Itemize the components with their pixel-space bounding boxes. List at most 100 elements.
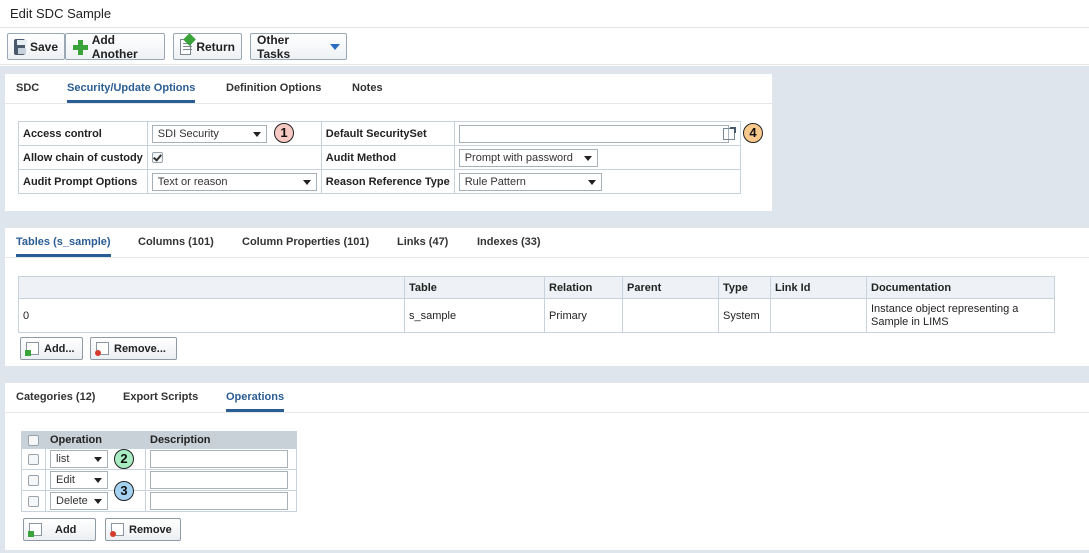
remove-operation-button[interactable]: Remove (105, 518, 181, 541)
tab-links[interactable]: Links (47) (397, 236, 448, 248)
page-title: Edit SDC Sample (10, 6, 112, 21)
add-table-button[interactable]: Add... (20, 337, 83, 360)
access-control-value: SDI Security (157, 127, 219, 140)
column-header-documentation[interactable]: Documentation (866, 276, 1055, 299)
default-securityset-cell (453, 121, 742, 146)
other-tasks-button[interactable]: Other Tasks (250, 32, 347, 61)
open-link-icon[interactable] (723, 127, 736, 140)
table-tabs: Tables (s_sample) Columns (101) Column P… (5, 228, 1089, 258)
tab-security-update-options[interactable]: Security/Update Options (67, 82, 196, 103)
return-button[interactable]: Return (173, 33, 242, 60)
cell-relation: Primary (544, 298, 623, 333)
select-all-cell (21, 431, 46, 449)
save-icon (14, 38, 27, 55)
save-button-label: Save (29, 39, 58, 54)
description-cell (145, 448, 297, 470)
remove-table-button[interactable]: Remove... (90, 337, 177, 360)
cell-documentation: Instance object representing a Sample in… (866, 298, 1055, 333)
cell-index: 0 (18, 298, 405, 333)
tab-columns[interactable]: Columns (101) (138, 236, 214, 248)
save-button[interactable]: Save (7, 33, 65, 60)
callout-badge-1: 1 (274, 123, 294, 143)
dropdown-arrow-icon (94, 499, 102, 504)
row-checkbox-cell (21, 490, 46, 512)
remove-row-icon (110, 523, 124, 537)
operations-grid: Operation Description list Edit Delete (21, 431, 297, 512)
tab-column-properties[interactable]: Column Properties (101) (242, 236, 369, 248)
add-operation-button-label: Add (55, 523, 77, 536)
cell-parent (622, 298, 719, 333)
tab-tables[interactable]: Tables (s_sample) (16, 236, 111, 257)
column-header-index (18, 276, 405, 299)
dropdown-arrow-icon (94, 457, 102, 462)
tab-definition-options[interactable]: Definition Options (226, 82, 321, 94)
description-input[interactable] (150, 450, 288, 468)
add-row-icon (25, 342, 39, 356)
dropdown-arrow-icon (94, 478, 102, 483)
operation-select[interactable]: Delete (50, 492, 108, 510)
table-row[interactable]: 0 s_sample Primary System Instance objec… (18, 298, 1055, 333)
security-grid: Access control SDI Security Default Secu… (18, 121, 742, 194)
column-header-relation[interactable]: Relation (544, 276, 623, 299)
column-header-type[interactable]: Type (718, 276, 771, 299)
tab-notes[interactable]: Notes (352, 82, 383, 94)
tables-panel: Tables (s_sample) Columns (101) Column P… (5, 228, 1089, 366)
dropdown-arrow-icon (302, 179, 311, 185)
audit-method-cell: Prompt with password (453, 145, 742, 170)
tab-sdc[interactable]: SDC (16, 82, 39, 94)
audit-prompt-select[interactable]: Text or reason (151, 172, 317, 191)
return-button-label: Return (196, 39, 235, 54)
audit-method-select[interactable]: Prompt with password (458, 148, 598, 167)
operation-row: Edit (21, 469, 297, 491)
description-cell (145, 490, 297, 512)
tables-grid: Table Relation Parent Type Link Id Docum… (18, 276, 1055, 333)
reason-ref-select[interactable]: Rule Pattern (458, 172, 602, 191)
add-another-button-label: Add Another (91, 32, 138, 61)
select-all-checkbox[interactable] (28, 434, 39, 446)
allow-chain-checkbox[interactable] (151, 152, 163, 164)
tab-categories[interactable]: Categories (12) (16, 391, 95, 403)
security-panel: SDC Security/Update Options Definition O… (5, 74, 772, 211)
chevron-down-icon (330, 43, 340, 50)
add-another-button[interactable]: Add Another (65, 32, 165, 61)
column-header-table[interactable]: Table (404, 276, 545, 299)
tab-export-scripts[interactable]: Export Scripts (123, 391, 198, 403)
column-header-parent[interactable]: Parent (622, 276, 719, 299)
description-input[interactable] (150, 471, 288, 489)
dropdown-arrow-icon (252, 131, 261, 137)
row-checkbox[interactable] (28, 453, 39, 465)
operation-row: list (21, 448, 297, 470)
column-header-operation[interactable]: Operation (45, 431, 146, 449)
row-checkbox[interactable] (28, 495, 39, 507)
remove-table-button-label: Remove... (114, 342, 166, 355)
operations-panel: Categories (12) Export Scripts Operation… (5, 383, 1089, 550)
title-bar: Edit SDC Sample (0, 0, 1089, 28)
column-header-description[interactable]: Description (145, 431, 297, 449)
access-control-label: Access control (18, 121, 148, 146)
add-table-button-label: Add... (44, 342, 75, 355)
tab-indexes[interactable]: Indexes (33) (477, 236, 541, 248)
operation-select[interactable]: list (50, 450, 108, 468)
cell-type: System (718, 298, 771, 333)
tab-operations[interactable]: Operations (226, 391, 285, 412)
dropdown-arrow-icon (587, 179, 596, 185)
row-checkbox[interactable] (28, 474, 39, 486)
callout-badge-3: 3 (114, 481, 134, 501)
row-checkbox-cell (21, 469, 46, 491)
add-row-icon (28, 523, 42, 537)
add-operation-button[interactable]: Add (23, 518, 96, 541)
description-cell (145, 469, 297, 491)
description-input[interactable] (150, 492, 288, 510)
return-icon (180, 38, 193, 55)
other-tasks-button-label: Other Tasks (257, 32, 291, 61)
reason-ref-value: Rule Pattern (464, 175, 526, 188)
callout-badge-2: 2 (114, 449, 134, 469)
audit-prompt-cell: Text or reason (146, 169, 322, 194)
column-header-link-id[interactable]: Link Id (770, 276, 867, 299)
operation-row: Delete (21, 490, 297, 512)
reason-ref-cell: Rule Pattern (453, 169, 742, 194)
audit-method-value: Prompt with password (464, 151, 573, 164)
default-securityset-input[interactable] (458, 124, 729, 143)
access-control-select[interactable]: SDI Security (151, 124, 267, 143)
operation-select[interactable]: Edit (50, 471, 108, 489)
